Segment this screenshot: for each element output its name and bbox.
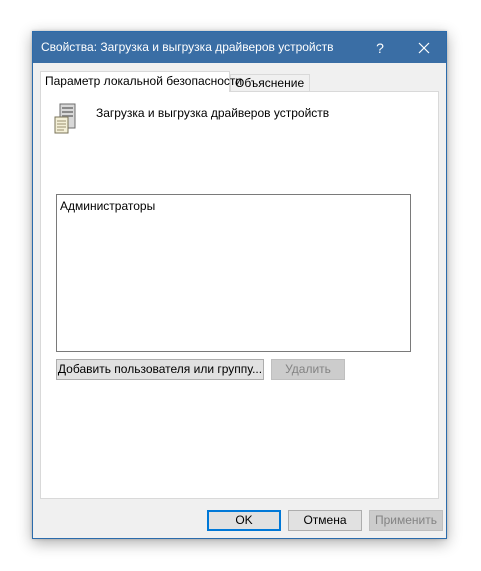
tab-local-security-setting[interactable]: Параметр локальной безопасности <box>40 71 242 92</box>
list-item[interactable]: Администраторы <box>60 199 155 213</box>
apply-button[interactable]: Применить <box>369 510 443 531</box>
server-policy-icon <box>54 103 76 134</box>
remove-button[interactable]: Удалить <box>271 359 345 380</box>
tab-panel: Загрузка и выгрузка драйверов устройств … <box>40 91 439 499</box>
help-button[interactable]: ? <box>358 32 402 63</box>
policy-name: Загрузка и выгрузка драйверов устройств <box>96 106 330 120</box>
cancel-button[interactable]: Отмена <box>288 510 362 531</box>
assigned-users-list[interactable]: Администраторы <box>56 194 411 352</box>
title-bar[interactable]: Свойства: Загрузка и выгрузка драйверов … <box>33 32 446 63</box>
ok-button[interactable]: OK <box>207 510 281 531</box>
window-title: Свойства: Загрузка и выгрузка драйверов … <box>41 40 334 54</box>
policy-properties-dialog: Свойства: Загрузка и выгрузка драйверов … <box>32 31 447 539</box>
tab-explain[interactable]: Объяснение <box>230 74 310 92</box>
add-user-or-group-button[interactable]: Добавить пользователя или группу... <box>56 359 264 380</box>
close-icon <box>418 42 430 53</box>
close-button[interactable] <box>402 32 446 63</box>
